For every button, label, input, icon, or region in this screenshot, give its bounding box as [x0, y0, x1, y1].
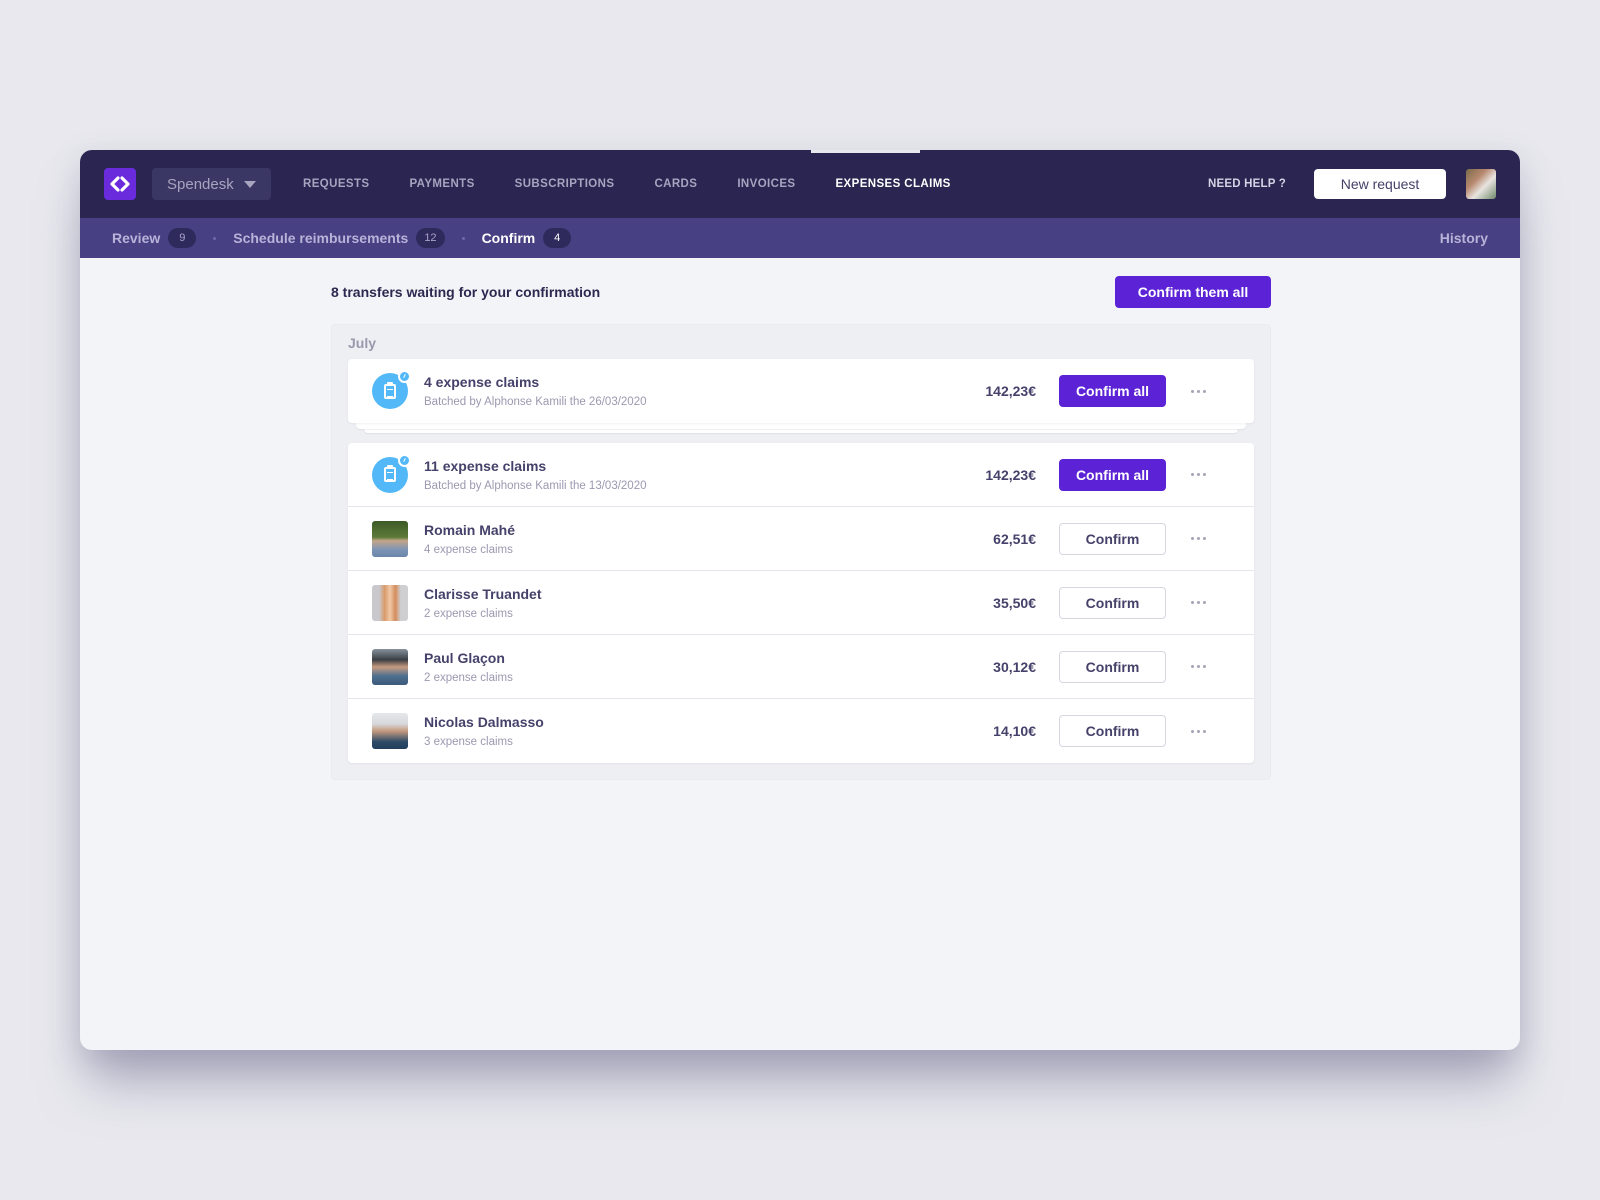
separator-dot	[213, 236, 217, 240]
confirm-button[interactable]: Confirm	[1059, 522, 1166, 555]
topbar-right: NEED HELP ? New request	[1208, 169, 1496, 199]
active-tab-indicator	[811, 150, 920, 153]
main-content: 8 transfers waiting for your confirmatio…	[331, 276, 1271, 780]
row-text: Clarisse Truandet 2 expense claims	[424, 586, 993, 620]
person-amount: 30,12€	[993, 658, 1036, 675]
confirm-all-button[interactable]: Confirm all	[1059, 375, 1166, 407]
expense-batch-icon	[372, 453, 411, 493]
person-row[interactable]: Nicolas Dalmasso 3 expense claims 14,10€…	[348, 699, 1254, 763]
avatar	[372, 648, 408, 685]
content-header: 8 transfers waiting for your confirmatio…	[331, 276, 1271, 308]
batch-subtitle: Batched by Alphonse Kamili the 13/03/202…	[424, 479, 647, 492]
main-nav: REQUESTS PAYMENTS SUBSCRIPTIONS CARDS IN…	[303, 150, 991, 218]
need-help-link[interactable]: NEED HELP ?	[1208, 178, 1286, 190]
spendesk-logo-icon[interactable]	[104, 168, 136, 200]
nav-requests[interactable]: REQUESTS	[303, 150, 369, 218]
clipboard-icon	[384, 381, 396, 399]
person-claims: 2 expense claims	[424, 607, 513, 620]
more-options-icon[interactable]	[1166, 473, 1230, 476]
subnav-schedule-count: 12	[416, 228, 445, 248]
confirm-button[interactable]: Confirm	[1059, 650, 1166, 683]
person-row[interactable]: Romain Mahé 4 expense claims 62,51€ Conf…	[348, 507, 1254, 571]
person-name: Clarisse Truandet	[424, 585, 542, 602]
company-name: Spendesk	[167, 175, 234, 193]
confirm-all-button[interactable]: Confirm all	[1059, 458, 1166, 491]
nav-invoices[interactable]: INVOICES	[737, 150, 795, 218]
row-text: 11 expense claims Batched by Alphonse Ka…	[424, 458, 985, 492]
batch-title: 11 expense claims	[424, 457, 547, 474]
nav-cards[interactable]: CARDS	[654, 150, 697, 218]
row-text: Romain Mahé 4 expense claims	[424, 522, 993, 556]
person-row[interactable]: Paul Glaçon 2 expense claims 30,12€ Conf…	[348, 635, 1254, 699]
month-group: July 4 expense claims Batched by Alphons…	[331, 324, 1271, 780]
person-amount: 35,50€	[993, 594, 1036, 611]
person-claims: 3 expense claims	[424, 736, 513, 748]
page-title: 8 transfers waiting for your confirmatio…	[331, 284, 601, 300]
subnav-confirm-count: 4	[543, 228, 572, 248]
confirm-button[interactable]: Confirm	[1059, 586, 1166, 619]
batch-subtitle: Batched by Alphonse Kamili the 26/03/202…	[424, 396, 647, 408]
person-amount: 14,10€	[993, 723, 1036, 739]
separator-dot	[461, 236, 465, 240]
batch-card: 4 expense claims Batched by Alphonse Kam…	[348, 359, 1254, 423]
person-claims: 2 expense claims	[424, 671, 513, 684]
company-select[interactable]: Spendesk	[152, 168, 271, 200]
more-options-icon[interactable]	[1166, 537, 1230, 540]
nav-subscriptions[interactable]: SUBSCRIPTIONS	[515, 150, 615, 218]
avatar	[372, 520, 408, 557]
row-text: Nicolas Dalmasso 3 expense claims	[424, 714, 993, 748]
app-window: Spendesk REQUESTS PAYMENTS SUBSCRIPTIONS…	[80, 150, 1520, 1050]
subnav-schedule-reimbursements[interactable]: Schedule reimbursements 12	[233, 228, 445, 248]
subnav-review[interactable]: Review 9	[112, 228, 197, 248]
batch-row[interactable]: 4 expense claims Batched by Alphonse Kam…	[348, 359, 1254, 423]
nav-expenses-claims[interactable]: EXPENSES CLAIMS	[835, 150, 950, 218]
batch-row[interactable]: 11 expense claims Batched by Alphonse Ka…	[348, 443, 1254, 507]
confirm-them-all-button[interactable]: Confirm them all	[1115, 276, 1271, 308]
avatar	[372, 584, 408, 621]
more-options-icon[interactable]	[1166, 729, 1230, 733]
nav-payments[interactable]: PAYMENTS	[409, 150, 474, 218]
clipboard-icon	[384, 465, 396, 482]
history-link[interactable]: History	[1440, 230, 1488, 246]
caret-down-icon	[244, 180, 256, 188]
person-name: Paul Glaçon	[424, 649, 505, 666]
more-options-icon[interactable]	[1166, 601, 1230, 604]
batch-amount: 142,23€	[985, 383, 1036, 399]
subnav-confirm[interactable]: Confirm 4	[482, 228, 572, 248]
person-name: Nicolas Dalmasso	[424, 714, 544, 730]
subnav-review-label: Review	[112, 230, 161, 246]
person-name: Romain Mahé	[424, 521, 516, 538]
more-options-icon[interactable]	[1166, 389, 1230, 393]
subnav-schedule-label: Schedule reimbursements	[233, 230, 409, 246]
avatar	[372, 713, 408, 749]
subnav-review-count: 9	[168, 228, 197, 248]
top-navigation-bar: Spendesk REQUESTS PAYMENTS SUBSCRIPTIONS…	[80, 150, 1520, 218]
clock-icon	[398, 370, 411, 383]
batch-stack: 4 expense claims Batched by Alphonse Kam…	[348, 359, 1254, 433]
person-claims: 4 expense claims	[424, 543, 513, 556]
row-text: 4 expense claims Batched by Alphonse Kam…	[424, 374, 985, 408]
row-text: Paul Glaçon 2 expense claims	[424, 650, 993, 684]
clock-icon	[398, 453, 411, 467]
expense-batch-icon	[372, 370, 411, 409]
batch-title: 4 expense claims	[424, 374, 540, 390]
user-avatar[interactable]	[1466, 169, 1496, 199]
person-amount: 62,51€	[993, 530, 1036, 547]
subnav-confirm-label: Confirm	[481, 230, 536, 246]
confirm-button[interactable]: Confirm	[1059, 715, 1166, 747]
more-options-icon[interactable]	[1166, 665, 1230, 668]
sub-navigation-bar: Review 9 Schedule reimbursements 12 Conf…	[80, 218, 1520, 258]
new-request-button[interactable]: New request	[1314, 169, 1446, 199]
person-row[interactable]: Clarisse Truandet 2 expense claims 35,50…	[348, 571, 1254, 635]
month-label: July	[348, 335, 377, 351]
transfers-card: 11 expense claims Batched by Alphonse Ka…	[348, 443, 1254, 763]
batch-amount: 142,23€	[985, 466, 1036, 483]
